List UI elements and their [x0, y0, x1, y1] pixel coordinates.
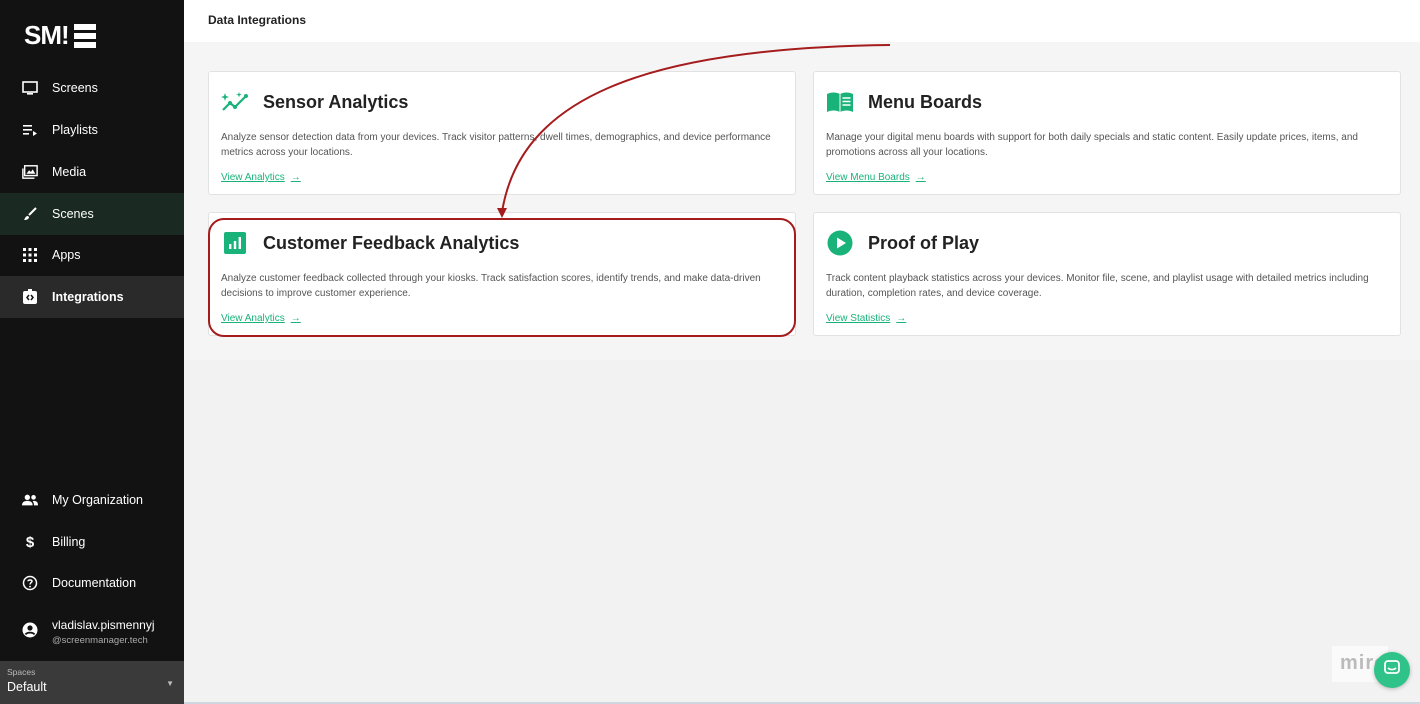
- sidebar-item-playlists[interactable]: Playlists: [0, 109, 184, 151]
- sidebar-item-label: Screens: [52, 81, 98, 95]
- integrations-icon: [22, 289, 38, 305]
- sidebar-item-label: Apps: [52, 248, 81, 262]
- link-label: View Analytics: [221, 313, 285, 324]
- chat-icon: [1383, 659, 1401, 682]
- user-name: vladislav.pismennyj: [52, 618, 155, 632]
- page-header: Data Integrations: [184, 0, 1420, 42]
- chevron-down-icon: ▼: [166, 679, 174, 688]
- app-logo[interactable]: SM!: [24, 20, 96, 51]
- arrow-right-icon: →: [290, 172, 301, 183]
- sidebar-item-label: Documentation: [52, 576, 137, 590]
- sidebar-item-label: My Organization: [52, 493, 144, 507]
- card-title: Sensor Analytics: [263, 91, 409, 112]
- spaces-value: Default: [7, 680, 47, 694]
- people-icon: [22, 492, 38, 508]
- card-description: Manage your digital menu boards with sup…: [826, 132, 1358, 158]
- sidebar-item-apps[interactable]: Apps: [0, 234, 184, 276]
- card-proof-of-play: Proof of Play Track content playback sta…: [813, 212, 1401, 336]
- apps-grid-icon: [22, 247, 38, 263]
- help-circle-icon: [22, 575, 38, 591]
- spaces-label: Spaces: [7, 667, 36, 677]
- sidebar-item-label: Scenes: [52, 207, 94, 221]
- card-customer-feedback-analytics: Customer Feedback Analytics Analyze cust…: [208, 212, 796, 336]
- link-label: View Menu Boards: [826, 172, 910, 183]
- card-description: Analyze sensor detection data from your …: [221, 132, 771, 158]
- sidebar-item-media[interactable]: Media: [0, 151, 184, 193]
- sidebar-item-documentation[interactable]: Documentation: [0, 562, 184, 604]
- link-label: View Statistics: [826, 313, 891, 324]
- playlist-icon: [22, 122, 38, 138]
- card-menu-boards: Menu Boards Manage your digital menu boa…: [813, 71, 1401, 195]
- page-title: Data Integrations: [208, 13, 307, 27]
- logo-text: SM!: [24, 20, 70, 50]
- card-description: Analyze customer feedback collected thro…: [221, 273, 761, 299]
- brush-icon: [22, 206, 38, 222]
- sidebar-item-my-organization[interactable]: My Organization: [0, 479, 184, 521]
- sidebar: SM! Screens Playlists Media Scenes Apps: [0, 0, 184, 704]
- arrow-right-icon: →: [896, 313, 907, 324]
- bar-chart-icon: [221, 229, 249, 257]
- arrow-right-icon: →: [915, 172, 926, 183]
- link-label: View Analytics: [221, 172, 285, 183]
- chat-support-button[interactable]: [1374, 652, 1410, 688]
- card-title: Menu Boards: [868, 91, 983, 112]
- card-description: Track content playback statistics across…: [826, 273, 1369, 299]
- logo-bars: [73, 23, 96, 48]
- view-menu-boards-link[interactable]: View Menu Boards →: [826, 172, 926, 183]
- monitor-icon: [22, 80, 38, 96]
- sidebar-item-billing[interactable]: $ Billing: [0, 521, 184, 563]
- dollar-icon: $: [25, 533, 35, 551]
- media-icon: [22, 164, 38, 180]
- sidebar-item-label: Playlists: [52, 123, 98, 137]
- card-sensor-analytics: Sensor Analytics Analyze sensor detectio…: [208, 71, 796, 195]
- user-email: @screenmanager.tech: [52, 635, 148, 646]
- sidebar-item-scenes[interactable]: Scenes: [0, 193, 184, 235]
- sidebar-item-screens[interactable]: Screens: [0, 67, 184, 109]
- card-title: Customer Feedback Analytics: [263, 232, 520, 253]
- play-circle-icon: [826, 229, 854, 257]
- account-circle-icon: [22, 622, 38, 643]
- sidebar-item-label: Billing: [52, 535, 86, 549]
- sidebar-item-label: Integrations: [52, 290, 124, 304]
- user-profile[interactable]: vladislav.pismennyj @screenmanager.tech: [0, 612, 184, 652]
- sidebar-item-integrations[interactable]: Integrations: [0, 276, 184, 318]
- view-statistics-link[interactable]: View Statistics →: [826, 313, 906, 324]
- sparkle-chart-icon: [221, 88, 249, 116]
- card-title: Proof of Play: [868, 232, 980, 253]
- spaces-selector[interactable]: Spaces Default ▼: [0, 661, 184, 704]
- view-analytics-link[interactable]: View Analytics →: [221, 313, 301, 324]
- sidebar-item-label: Media: [52, 165, 87, 179]
- view-analytics-link[interactable]: View Analytics →: [221, 172, 301, 183]
- arrow-right-icon: →: [290, 313, 301, 324]
- book-icon: [826, 88, 854, 116]
